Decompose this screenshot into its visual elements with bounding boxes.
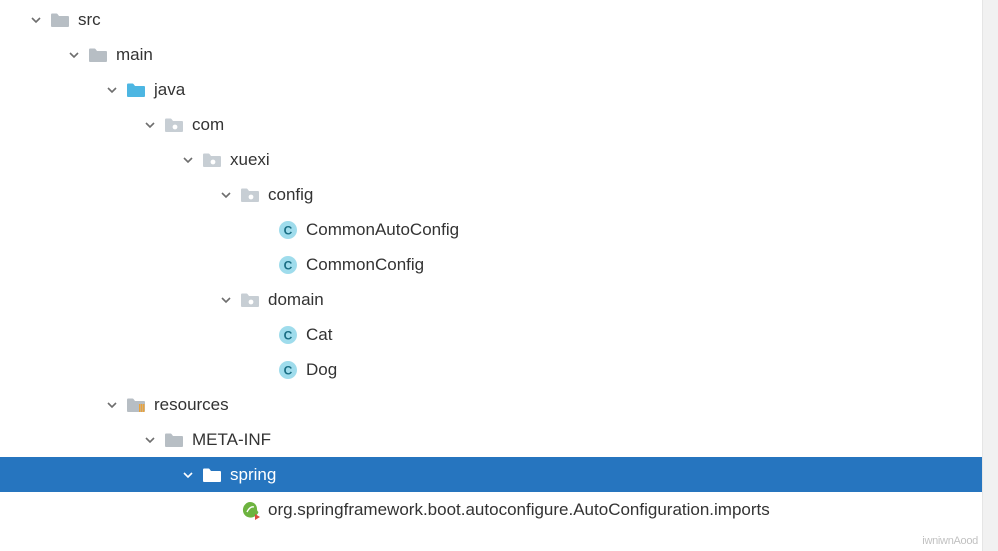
- chevron-down-icon[interactable]: [66, 47, 82, 63]
- tree-node-label: src: [78, 2, 101, 37]
- watermark: iwniwnAood: [922, 535, 978, 547]
- class-icon: C: [278, 325, 298, 345]
- chevron-down-icon[interactable]: [142, 432, 158, 448]
- tree-node-label: xuexi: [230, 142, 270, 177]
- svg-text:C: C: [284, 328, 293, 342]
- package-icon: [164, 115, 184, 135]
- tree-node-label: config: [268, 177, 313, 212]
- chevron-down-icon[interactable]: [180, 467, 196, 483]
- svg-text:C: C: [284, 258, 293, 272]
- package-icon: [202, 150, 222, 170]
- spring-file-icon: [240, 500, 260, 520]
- folder-gray-icon: [202, 465, 222, 485]
- svg-text:C: C: [284, 363, 293, 377]
- tree-row-java[interactable]: java: [0, 72, 998, 107]
- folder-gray-icon: [50, 10, 70, 30]
- tree-row-com[interactable]: com: [0, 107, 998, 142]
- class-icon: C: [278, 360, 298, 380]
- folder-gray-icon: [164, 430, 184, 450]
- tree-row-spring[interactable]: spring: [0, 457, 998, 492]
- tree-row-cat[interactable]: C Cat: [0, 317, 998, 352]
- tree-row-resources[interactable]: resources: [0, 387, 998, 422]
- chevron-down-icon[interactable]: [218, 292, 234, 308]
- tree-node-label: org.springframework.boot.autoconfigure.A…: [268, 492, 770, 527]
- tree-node-label: java: [154, 72, 185, 107]
- tree-row-src[interactable]: src: [0, 2, 998, 37]
- tree-row-config[interactable]: config: [0, 177, 998, 212]
- tree-node-label: META-INF: [192, 422, 271, 457]
- class-icon: C: [278, 255, 298, 275]
- folder-gray-icon: [88, 45, 108, 65]
- tree-node-label: CommonAutoConfig: [306, 212, 459, 247]
- tree-node-label: spring: [230, 457, 276, 492]
- tree-row-meta-inf[interactable]: META-INF: [0, 422, 998, 457]
- tree-node-label: Dog: [306, 352, 337, 387]
- class-icon: C: [278, 220, 298, 240]
- tree-node-label: com: [192, 107, 224, 142]
- chevron-down-icon[interactable]: [218, 187, 234, 203]
- tree-node-label: domain: [268, 282, 324, 317]
- chevron-down-icon[interactable]: [180, 152, 196, 168]
- tree-row-dog[interactable]: C Dog: [0, 352, 998, 387]
- tree-node-label: Cat: [306, 317, 332, 352]
- folder-blue-icon: [126, 80, 146, 100]
- tree-node-label: main: [116, 37, 153, 72]
- resources-icon: [126, 395, 146, 415]
- tree-row-imports[interactable]: org.springframework.boot.autoconfigure.A…: [0, 492, 998, 527]
- tree-node-label: CommonConfig: [306, 247, 424, 282]
- chevron-down-icon[interactable]: [142, 117, 158, 133]
- chevron-down-icon[interactable]: [28, 12, 44, 28]
- tree-row-common-cfg[interactable]: C CommonConfig: [0, 247, 998, 282]
- tree-row-domain[interactable]: domain: [0, 282, 998, 317]
- tree-node-label: resources: [154, 387, 229, 422]
- vertical-scrollbar[interactable]: [982, 0, 998, 551]
- project-tree[interactable]: src main java com xuexi config C CommonA…: [0, 0, 998, 527]
- tree-row-common-auto[interactable]: C CommonAutoConfig: [0, 212, 998, 247]
- chevron-down-icon[interactable]: [104, 82, 120, 98]
- tree-row-main[interactable]: main: [0, 37, 998, 72]
- package-icon: [240, 185, 260, 205]
- package-icon: [240, 290, 260, 310]
- tree-row-xuexi[interactable]: xuexi: [0, 142, 998, 177]
- svg-text:C: C: [284, 223, 293, 237]
- chevron-down-icon[interactable]: [104, 397, 120, 413]
